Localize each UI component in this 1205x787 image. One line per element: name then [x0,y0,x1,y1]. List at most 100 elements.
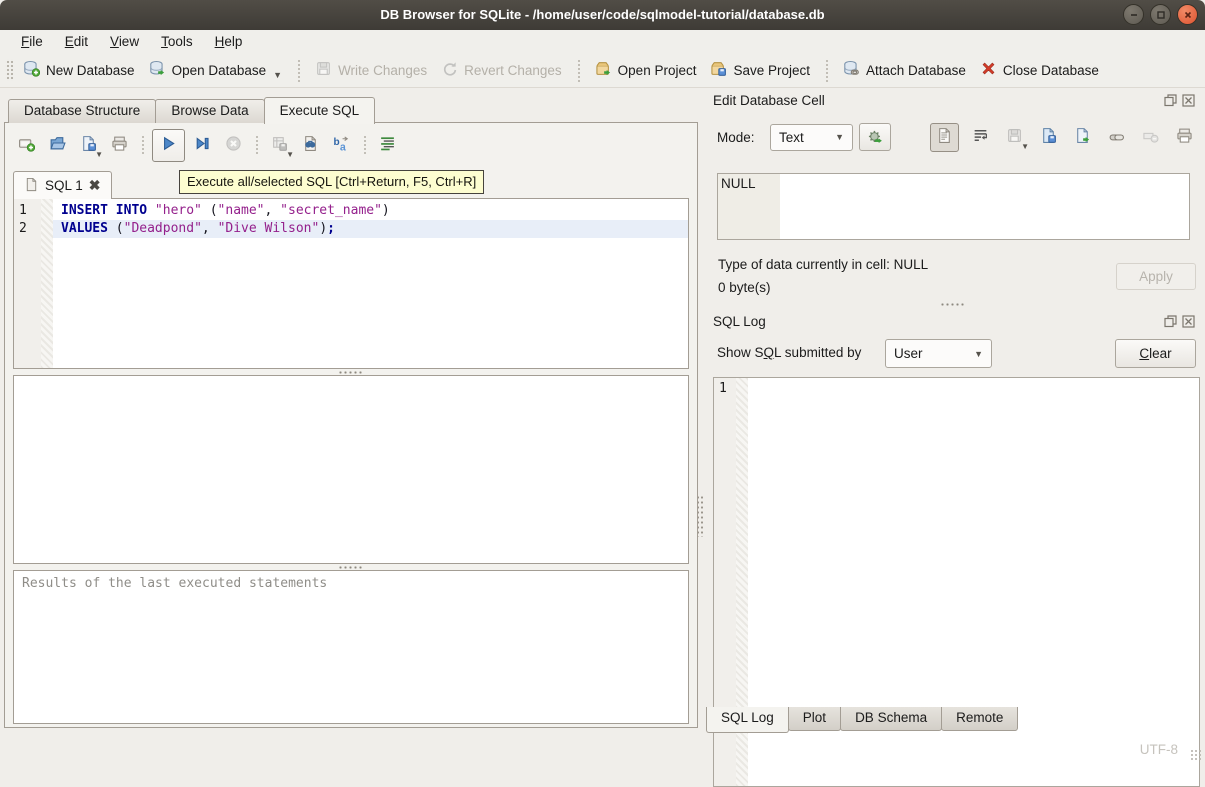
menu-tools[interactable]: Tools [150,32,204,52]
find-replace-button[interactable] [297,132,324,159]
window-controls [1123,4,1198,25]
results-placeholder: Results of the last executed statements [22,576,327,591]
code-line-2[interactable]: VALUES ("Deadpond", "Dive Wilson"); [53,220,688,238]
execute-all-icon [160,135,177,155]
tab-browse-data[interactable]: Browse Data [155,99,264,123]
results-grid[interactable] [13,375,689,564]
open-sql-file-icon [49,135,66,155]
menu-view[interactable]: View [99,32,150,52]
dropdown-caret-icon[interactable]: ▼ [273,70,282,80]
close-dock-icon[interactable] [1181,315,1195,329]
database-attach-icon [843,60,860,80]
main-toolbar: New DatabaseOpen Database▼Write ChangesR… [0,53,1205,88]
auto-apply-button[interactable] [859,123,891,151]
edit-cell-title: Edit Database Cell [713,93,825,108]
print-sql-button[interactable] [106,132,133,159]
execute-tooltip: Execute all/selected SQL [Ctrl+Return, F… [179,170,484,194]
mode-select[interactable]: Text▼ [770,124,853,151]
menu-edit[interactable]: Edit [54,32,99,52]
resize-grip[interactable] [1190,749,1202,761]
sql-code-area[interactable]: INSERT INTO "hero" ("name", "secret_name… [53,199,688,368]
link-cell-icon [1108,127,1125,147]
sql-toolbar: ▼ ▼ ba [11,127,403,163]
new-database-button[interactable]: New Database [16,55,142,85]
project-open-icon [595,60,612,80]
execution-status-pane[interactable]: Results of the last executed statements [13,570,689,724]
execute-all-button[interactable] [152,129,185,162]
close-dock-icon[interactable] [1181,94,1195,108]
execute-line-button[interactable] [189,132,216,159]
word-wrap-button[interactable] [968,125,993,150]
menu-help[interactable]: Help [204,32,254,52]
toolbar-separator [576,58,581,82]
close-icon[interactable] [1177,4,1198,25]
float-dock-icon[interactable] [1163,315,1177,329]
link-cell-button[interactable] [1104,125,1129,150]
stop-execution-button [220,132,247,159]
dropdown-caret-icon[interactable]: ▼ [1021,142,1029,151]
close-tab-icon[interactable]: ✖ [89,177,101,194]
text-view-icon [936,127,953,147]
import-cell-button[interactable] [1036,125,1061,150]
format-sql-button[interactable] [374,132,401,159]
stop-execution-icon [225,135,242,155]
maximize-icon[interactable] [1150,4,1171,25]
menu-file[interactable]: File [10,32,54,52]
dock-tab-db-schema[interactable]: DB Schema [840,707,942,731]
open-project-button[interactable]: Open Project [588,55,704,85]
svg-text:a: a [340,141,346,152]
svg-text:b: b [334,137,340,148]
save-results-button: ▼ [266,132,293,159]
minimize-icon[interactable] [1123,4,1144,25]
dropdown-caret-icon[interactable]: ▼ [286,150,294,159]
open-sql-file-button[interactable] [44,132,71,159]
clear-button[interactable]: Clear [1115,339,1196,368]
encoding-indicator: UTF-8 [1140,742,1178,757]
toolbar-separator [140,134,145,156]
dock-tab-bar: SQL LogPlotDB SchemaRemote [706,707,1017,733]
open-database-button[interactable]: Open Database▼ [142,55,290,85]
save-project-button[interactable]: Save Project [703,55,817,85]
open-sql-tab-icon [18,135,35,155]
dock-tab-remote[interactable]: Remote [941,707,1018,731]
sql-log-controls: Show SQL submitted by User▼ Clear [704,339,1201,369]
status-bar: UTF-8 [0,735,1205,764]
line-number: 2 [19,220,41,238]
sql-log-header: SQL Log [704,311,1201,329]
cell-null-marker: NULL [718,174,780,239]
revert-changes-icon [441,60,458,80]
project-save-icon [710,60,727,80]
dock-splitter-handle[interactable] [704,301,1201,307]
dock-tab-sql-log[interactable]: SQL Log [706,707,789,733]
dropdown-caret-icon[interactable]: ▼ [95,150,103,159]
float-dock-icon[interactable] [1163,94,1177,108]
close-database-button[interactable]: Close Database [973,55,1106,85]
submitter-select[interactable]: User▼ [885,339,992,368]
word-wrap-icon [972,127,989,147]
sql-editor-tab[interactable]: SQL 1 ✖ [13,171,112,199]
execute-sql-panel: ▼ ▼ ba SQL 1 ✖ 12 INSERT INTO "hero" ("nam… [4,122,698,728]
text-view-button[interactable] [930,123,959,152]
sql-editor[interactable]: 12 INSERT INTO "hero" ("name", "secret_n… [13,198,689,369]
right-dock: Edit Database Cell Mode: Text▼ ▼ NULL Ty… [704,90,1201,736]
dock-tab-plot[interactable]: Plot [788,707,841,731]
open-sql-tab-button[interactable] [13,132,40,159]
toolbar-separator [824,58,829,82]
save-cell-button: ▼ [1002,125,1027,150]
code-line-1[interactable]: INSERT INTO "hero" ("name", "secret_name… [53,202,688,220]
auto-complete-button[interactable]: ba [328,132,355,159]
tab-database-structure[interactable]: Database Structure [8,99,156,123]
toolbar-separator [362,134,367,156]
apply-button[interactable]: Apply [1116,263,1196,290]
tab-execute-sql[interactable]: Execute SQL [264,97,376,124]
print-cell-button[interactable] [1172,125,1197,150]
title-bar[interactable]: DB Browser for SQLite - /home/user/code/… [0,0,1205,30]
cell-value-editor[interactable]: NULL [717,173,1190,240]
save-sql-file-button[interactable]: ▼ [75,132,102,159]
toolbar-drag-handle[interactable] [5,59,13,81]
execute-line-icon [194,135,211,155]
revert-changes-button: Revert Changes [434,55,569,85]
toolbar-separator [254,134,259,156]
attach-database-button[interactable]: Attach Database [836,55,973,85]
export-cell-button[interactable] [1070,125,1095,150]
